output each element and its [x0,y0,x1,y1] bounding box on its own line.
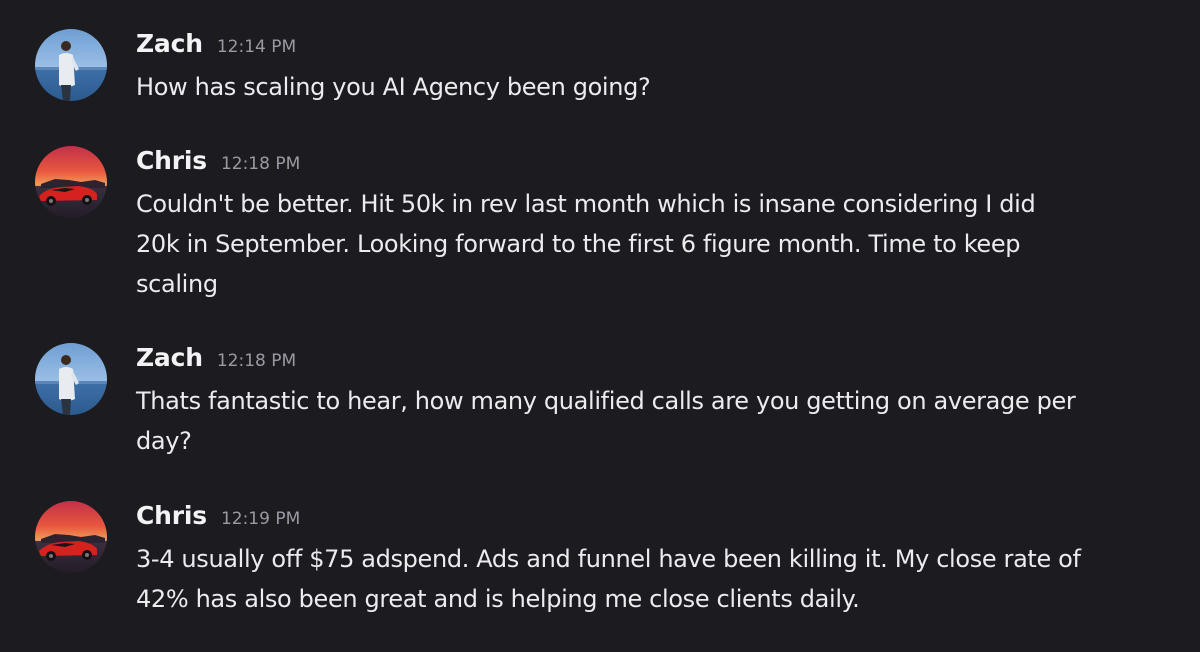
chat-message: Chris 12:19 PM 3-4 usually off $75 adspe… [0,501,1200,621]
profile-photo-red-sports-car-sunset-icon [35,146,107,218]
message-content: 3-4 usually off $75 adspend. Ads and fun… [136,539,1121,619]
author-name[interactable]: Chris [136,146,207,175]
message-header: Chris 12:19 PM [136,501,300,535]
author-name[interactable]: Chris [136,501,207,530]
chat-message: Chris 12:18 PM Couldn't be better. Hit 5… [0,146,1200,306]
avatar-chris[interactable] [35,501,107,573]
profile-photo-person-seaside-icon [35,343,107,415]
message-content: How has scaling you AI Agency been going… [136,67,1121,107]
profile-photo-red-sports-car-sunset-icon [35,501,107,573]
avatar-chris[interactable] [35,146,107,218]
message-timestamp[interactable]: 12:14 PM [217,37,296,57]
author-name[interactable]: Zach [136,343,203,372]
message-timestamp[interactable]: 12:19 PM [221,509,300,529]
profile-photo-person-seaside-icon [35,29,107,101]
message-line: Thats fantastic to hear, how many qualif… [136,387,1076,415]
chat-message: Zach 12:18 PM Thats fantastic to hear, h… [0,343,1200,463]
avatar-zach[interactable] [35,29,107,101]
message-line: 3-4 usually off $75 adspend. Ads and fun… [136,545,1081,573]
message-timestamp[interactable]: 12:18 PM [217,351,296,371]
message-line: scaling [136,270,218,298]
avatar-zach[interactable] [35,343,107,415]
author-name[interactable]: Zach [136,29,203,58]
message-line: Couldn't be better. Hit 50k in rev last … [136,190,1036,218]
message-content: Couldn't be better. Hit 50k in rev last … [136,184,1121,304]
message-header: Zach 12:14 PM [136,29,296,63]
message-header: Zach 12:18 PM [136,343,296,377]
message-line: 20k in September. Looking forward to the… [136,230,1021,258]
message-timestamp[interactable]: 12:18 PM [221,154,300,174]
message-header: Chris 12:18 PM [136,146,300,180]
message-content: Thats fantastic to hear, how many qualif… [136,381,1121,461]
message-line: How has scaling you AI Agency been going… [136,73,651,101]
chat-message-list: Zach 12:14 PM How has scaling you AI Age… [0,0,1200,652]
message-line: 42% has also been great and is helping m… [136,585,860,613]
chat-message: Zach 12:14 PM How has scaling you AI Age… [0,29,1200,109]
message-line: day? [136,427,192,455]
